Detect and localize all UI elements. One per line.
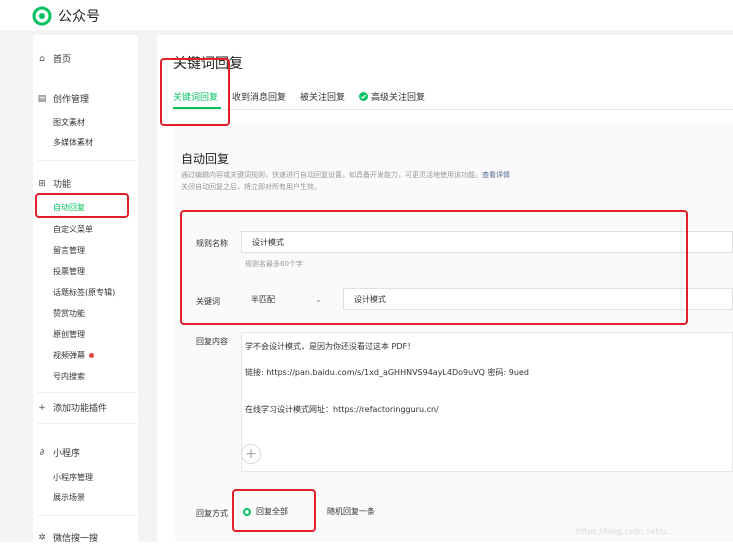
sidebar-item-label: 首页	[53, 55, 72, 65]
app-logo[interactable]: 公众号	[32, 6, 100, 26]
tab-bar: 关键词回复 收到消息回复 被关注回复 高级关注回复	[173, 90, 439, 103]
tab-message-reply[interactable]: 收到消息回复	[232, 90, 286, 103]
view-details-link[interactable]: 查看详情	[482, 171, 510, 179]
chevron-down-icon: ⌄	[315, 294, 322, 304]
sidebar-divider	[37, 423, 137, 424]
description-text: 关闭自动回复之后，将立即对所有用户生效。	[181, 183, 321, 191]
section-title: 自动回复	[181, 152, 230, 166]
keyword-input[interactable]: 设计模式	[343, 288, 733, 310]
top-bar: 公众号	[0, 0, 733, 30]
sidebar-item-auto-reply[interactable]: 自动回复	[53, 202, 85, 213]
reply-content-editor[interactable]: 学不会设计模式，是因为你还没看过这本 PDF！ 链接: https://pan.…	[241, 332, 733, 472]
rule-name-label: 规则名称	[196, 239, 228, 248]
section-description: 通过编辑内容或关键词规则，快速进行自动回复设置。如具备开发能力，可更灵活地使用该…	[181, 169, 601, 193]
sidebar-item-rich-media[interactable]: 图文素材	[53, 117, 85, 128]
sidebar-item-display-scenes[interactable]: 展示场景	[53, 492, 85, 503]
sidebar-item-appreciation[interactable]: 赞赏功能	[53, 308, 85, 319]
sidebar-item-video-danmaku[interactable]: 视频弹幕	[53, 350, 94, 361]
radio-label: 随机回复一条	[327, 507, 375, 516]
sidebar-item-comments[interactable]: 留言管理	[53, 245, 85, 256]
sidebar: ⌂ 首页 ▤ 创作管理 图文素材 多媒体素材 ⊞ 功能 自动回复 自定义菜单 留…	[33, 35, 138, 544]
sidebar-item-custom-menu[interactable]: 自定义菜单	[53, 224, 93, 235]
sparkle-icon: ✲	[38, 532, 46, 543]
sidebar-divider	[37, 515, 137, 516]
reply-all-radio[interactable]: 回复全部	[243, 506, 288, 517]
mini-program-icon: ∂	[39, 447, 45, 458]
reply-text-line: 在线学习设计模式网址：https://refactoringguru.cn/	[245, 405, 439, 414]
rule-name-hint: 规则名最多60个字	[245, 260, 303, 268]
match-mode-value: 半匹配	[251, 294, 275, 304]
radio-checked-icon	[243, 507, 251, 516]
document-icon: ▤	[37, 93, 47, 104]
tab-keyword-reply[interactable]: 关键词回复	[173, 90, 218, 103]
tab-advanced-follow-reply[interactable]: 高级关注回复	[359, 90, 425, 103]
reply-mode-label: 回复方式	[196, 509, 228, 518]
match-mode-select[interactable]: 半匹配 ⌄	[241, 288, 341, 310]
tab-label: 高级关注回复	[371, 93, 426, 103]
sidebar-item-create[interactable]: ▤ 创作管理	[37, 92, 90, 106]
plus-icon: +	[245, 446, 257, 462]
sidebar-item-label: 功能	[53, 180, 72, 190]
sidebar-item-topic-tags[interactable]: 话题标签(原专辑)	[53, 287, 115, 298]
sidebar-item-label: 小程序	[53, 449, 81, 459]
sidebar-divider	[37, 392, 137, 393]
sidebar-item-mini-program-mgmt[interactable]: 小程序管理	[53, 472, 93, 483]
notification-dot-icon	[89, 353, 94, 358]
sidebar-item-in-account-search[interactable]: 号内搜索	[53, 371, 85, 382]
app-name: 公众号	[58, 9, 100, 25]
description-text: 通过编辑内容或关键词规则，快速进行自动回复设置。如具备开发能力，可更灵活地使用该…	[181, 171, 482, 179]
rule-name-value: 设计模式	[252, 237, 284, 247]
radio-label: 回复全部	[256, 507, 288, 516]
sidebar-item-label: 添加功能插件	[53, 404, 108, 414]
reply-text-line: 学不会设计模式，是因为你还没看过这本 PDF！	[245, 342, 416, 351]
sidebar-divider	[37, 160, 137, 161]
wechat-official-logo-icon	[32, 6, 52, 26]
reply-text-line: 链接: https://pan.baidu.com/s/1xd_aGHHNVS9…	[245, 368, 529, 377]
watermark: https://blog.csdn.net/u...	[576, 527, 675, 536]
main-content: 关键词回复 关键词回复 收到消息回复 被关注回复 高级关注回复 自动回复 通过编…	[157, 35, 733, 542]
sidebar-item-label: 创作管理	[53, 95, 90, 105]
reply-content-label: 回复内容	[196, 337, 228, 346]
page-title: 关键词回复	[173, 56, 243, 72]
sidebar-item-features[interactable]: ⊞ 功能	[37, 177, 72, 191]
grid-icon: ⊞	[38, 178, 46, 189]
sidebar-item-multimedia[interactable]: 多媒体素材	[53, 137, 93, 148]
reply-random-radio[interactable]: 随机回复一条	[327, 506, 375, 517]
sidebar-item-home[interactable]: ⌂ 首页	[37, 52, 72, 66]
keyword-label: 关键词	[196, 297, 220, 306]
sidebar-item-votes[interactable]: 投票管理	[53, 266, 85, 277]
keyword-value: 设计模式	[354, 294, 386, 304]
check-badge-icon	[359, 92, 369, 101]
sidebar-item-label: 微信搜一搜	[53, 534, 99, 544]
plus-icon: +	[38, 402, 46, 413]
home-icon: ⌂	[39, 53, 45, 64]
sidebar-item-mini-program[interactable]: ∂ 小程序	[37, 446, 81, 460]
sidebar-item-add-plugin[interactable]: + 添加功能插件	[37, 401, 108, 415]
tabs-divider	[173, 109, 733, 110]
tab-follow-reply[interactable]: 被关注回复	[300, 90, 345, 103]
sidebar-item-original[interactable]: 原创管理	[53, 329, 85, 340]
add-reply-button[interactable]: +	[241, 444, 261, 464]
rule-name-input[interactable]: 设计模式	[241, 231, 733, 253]
sidebar-item-label: 视频弹幕	[53, 351, 85, 360]
sidebar-item-wechat-search[interactable]: ✲ 微信搜一搜	[37, 531, 98, 544]
